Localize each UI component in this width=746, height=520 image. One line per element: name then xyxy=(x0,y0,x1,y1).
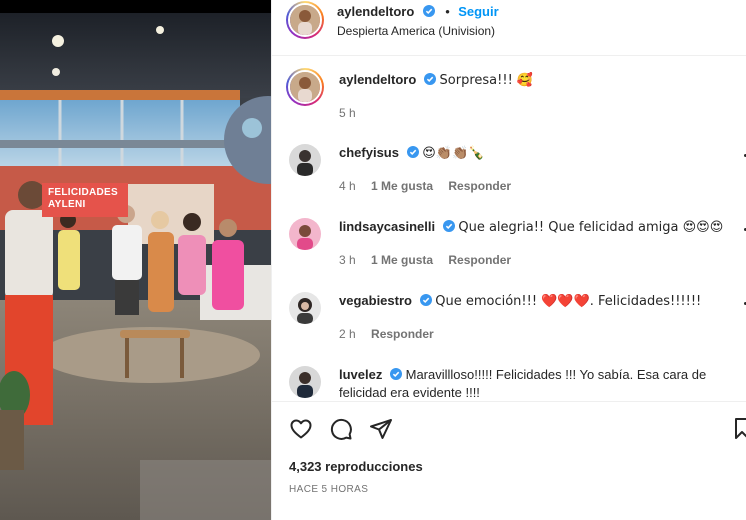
caption-text-line: aylendeltoro Sorpresa!!! 🥰 xyxy=(339,71,739,90)
comment-text-line: lindsaycasinelli Que alegria!! Que felic… xyxy=(339,218,739,237)
bookmark-icon[interactable] xyxy=(735,417,746,441)
post-sidebar: aylendeltoro • Seguir Despierta America … xyxy=(271,0,746,520)
post-header: aylendeltoro • Seguir Despierta America … xyxy=(272,0,746,56)
verified-badge-icon xyxy=(389,368,402,380)
caption: aylendeltoro Sorpresa!!! 🥰 5 h xyxy=(272,68,746,128)
video-banner-line1: FELICIDADES xyxy=(48,187,118,198)
verified-badge-icon xyxy=(442,220,455,232)
comment-text: Que emoción!!! ❤️❤️❤️. Felicidades!!!!!! xyxy=(435,294,702,309)
verified-badge-icon xyxy=(422,5,435,17)
post-location[interactable]: Despierta America (Univision) xyxy=(337,24,495,38)
reply-button[interactable]: Responder xyxy=(371,327,434,341)
comment-item: lindsaycasinelli Que alegria!! Que felic… xyxy=(272,216,746,276)
verified-badge-icon xyxy=(423,73,436,85)
post-video[interactable]: FELICIDADES AYLENI xyxy=(0,0,271,520)
comments-list[interactable]: aylendeltoro Sorpresa!!! 🥰 5 h chefyisus… xyxy=(272,56,746,401)
comment-text: 😍👏🏽👏🏽🍾 xyxy=(422,146,485,161)
video-frame xyxy=(0,0,271,520)
caption-time[interactable]: 5 h xyxy=(339,106,356,120)
comment-username[interactable]: luvelez xyxy=(339,367,382,382)
separator-dot: • xyxy=(445,4,450,19)
caption-avatar[interactable] xyxy=(286,68,324,106)
post-timestamp[interactable]: HACE 5 HORAS xyxy=(289,484,368,495)
heart-icon[interactable] xyxy=(289,417,313,441)
author-avatar-image xyxy=(288,3,322,37)
verified-badge-icon xyxy=(406,146,419,158)
video-banner: FELICIDADES AYLENI xyxy=(42,183,128,217)
comment-meta: 4 h 1 Me gusta Responder xyxy=(339,179,523,193)
comment-meta: 2 h Responder xyxy=(339,327,446,341)
commenter-avatar[interactable] xyxy=(289,292,321,324)
video-banner-line2: AYLENI xyxy=(48,199,86,210)
caption-username[interactable]: aylendeltoro xyxy=(339,72,416,87)
paper-plane-icon[interactable] xyxy=(369,417,393,441)
follow-button[interactable]: Seguir xyxy=(458,4,498,19)
reply-button[interactable]: Responder xyxy=(448,179,511,193)
comment-item: luvelez Maravillloso!!!!! Felicidades !!… xyxy=(272,364,746,401)
comment-text-line: vegabiestro Que emoción!!! ❤️❤️❤️. Felic… xyxy=(339,292,739,311)
comment-time[interactable]: 3 h xyxy=(339,253,356,267)
comment-likes[interactable]: 1 Me gusta xyxy=(371,179,433,193)
comment-item: chefyisus 😍👏🏽👏🏽🍾 4 h 1 Me gusta Responde… xyxy=(272,142,746,202)
comment-text-line: chefyisus 😍👏🏽👏🏽🍾 xyxy=(339,144,739,163)
verified-badge-icon xyxy=(419,294,432,306)
caption-meta: 5 h xyxy=(339,106,368,120)
comment-likes[interactable]: 1 Me gusta xyxy=(371,253,433,267)
comment-meta: 3 h 1 Me gusta Responder xyxy=(339,253,523,267)
author-avatar[interactable] xyxy=(286,1,324,39)
comment-time[interactable]: 4 h xyxy=(339,179,356,193)
view-count[interactable]: 4,323 reproducciones xyxy=(289,459,423,474)
author-username[interactable]: aylendeltoro xyxy=(337,4,414,19)
comment-text-line: luvelez Maravillloso!!!!! Felicidades !!… xyxy=(339,366,729,401)
author-line: aylendeltoro • Seguir xyxy=(337,3,499,21)
caption-text: Sorpresa!!! 🥰 xyxy=(439,73,534,88)
comment-username[interactable]: lindsaycasinelli xyxy=(339,219,435,234)
comment-username[interactable]: chefyisus xyxy=(339,145,399,160)
comment-item: vegabiestro Que emoción!!! ❤️❤️❤️. Felic… xyxy=(272,290,746,350)
comment-icon[interactable] xyxy=(329,417,353,441)
comment-time[interactable]: 2 h xyxy=(339,327,356,341)
caption-avatar-image xyxy=(288,70,322,104)
commenter-avatar[interactable] xyxy=(289,144,321,176)
post-actions: 4,323 reproducciones HACE 5 HORAS xyxy=(272,401,746,520)
reply-button[interactable]: Responder xyxy=(448,253,511,267)
commenter-avatar[interactable] xyxy=(289,366,321,398)
comment-text: Que alegria!! Que felicidad amiga 😍😍😍 xyxy=(458,220,724,235)
comment-username[interactable]: vegabiestro xyxy=(339,293,412,308)
commenter-avatar[interactable] xyxy=(289,218,321,250)
